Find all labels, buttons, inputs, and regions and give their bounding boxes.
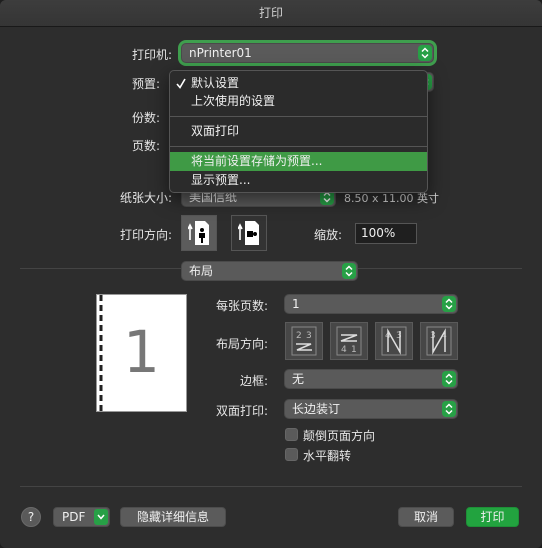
menu-separator: [170, 146, 427, 147]
flip-horizontal-label: 水平翻转: [303, 449, 352, 463]
duplex-value: 长边装订: [292, 402, 341, 416]
printer-label: 打印机:: [131, 48, 172, 62]
menu-item-default[interactable]: 默认设置: [170, 74, 427, 93]
menu-item-last-used[interactable]: 上次使用的设置: [170, 92, 427, 111]
svg-text:3: 3: [396, 331, 402, 341]
printer-popup[interactable]: nPrinter01: [181, 43, 434, 63]
layout-direction-n-button[interactable]: 4 3: [375, 322, 413, 360]
svg-text:1: 1: [351, 345, 357, 355]
pdf-menu-button[interactable]: PDF: [53, 507, 110, 527]
border-value: 无: [292, 372, 305, 386]
orientation-label: 打印方向:: [119, 228, 172, 242]
presets-label: 预置:: [131, 77, 160, 91]
chevron-updown-icon: [418, 45, 432, 61]
border-popup[interactable]: 无: [284, 369, 458, 389]
svg-text:2: 2: [296, 331, 302, 341]
layout-s-icon: 4 1: [336, 326, 362, 356]
portrait-orientation-button[interactable]: [181, 215, 217, 251]
pages-label: 页数:: [131, 139, 160, 153]
duplex-label: 双面打印:: [215, 404, 268, 418]
chevron-updown-icon: [342, 263, 356, 279]
footer-divider: [20, 486, 522, 487]
flip-horizontal-checkbox[interactable]: [285, 448, 298, 461]
layout-direction-z-button[interactable]: 2 3: [285, 322, 323, 360]
svg-text:4: 4: [341, 345, 347, 355]
help-button[interactable]: ?: [21, 507, 41, 527]
landscape-icon: [238, 221, 259, 245]
portrait-icon: [188, 221, 209, 245]
print-dialog: 打印 打印机: nPrinter01 预置: 份数: 页数: 纸张大小: 美国信…: [0, 0, 542, 548]
menu-item-duplex[interactable]: 双面打印: [170, 122, 427, 141]
printer-value: nPrinter01: [189, 46, 252, 60]
presets-menu: 默认设置 上次使用的设置 双面打印 将当前设置存储为预置... 显示预置...: [169, 70, 428, 193]
layout-reverse-n-icon: 3 4: [426, 326, 452, 356]
pages-per-sheet-popup[interactable]: 1: [284, 294, 458, 314]
checkmark-icon: [176, 78, 186, 89]
chevron-updown-icon: [442, 296, 456, 312]
layout-direction-s-button[interactable]: 4 1: [330, 322, 368, 360]
menu-item-show-presets[interactable]: 显示预置...: [170, 171, 427, 190]
layout-direction-label: 布局方向:: [215, 337, 268, 351]
page-preview: 1: [96, 294, 187, 412]
menu-item-save-preset[interactable]: 将当前设置存储为预置...: [170, 152, 427, 171]
preview-page-number: 1: [123, 318, 160, 386]
chevron-updown-icon: [442, 371, 456, 387]
layout-direction-reverse-n-button[interactable]: 3 4: [420, 322, 458, 360]
section-popup[interactable]: 布局: [181, 261, 358, 281]
scale-field[interactable]: 100%: [355, 223, 417, 244]
menu-separator: [170, 116, 427, 117]
print-button[interactable]: 打印: [466, 507, 519, 527]
section-value: 布局: [189, 264, 214, 278]
paper-size-label: 纸张大小:: [119, 191, 172, 205]
cancel-button[interactable]: 取消: [398, 507, 454, 527]
layout-n-icon: 4 3: [381, 326, 407, 356]
pages-per-sheet-label: 每张页数:: [215, 299, 268, 313]
duplex-popup[interactable]: 长边装订: [284, 399, 458, 419]
pdf-label: PDF: [62, 510, 86, 524]
svg-text:3: 3: [306, 331, 312, 341]
layout-z-icon: 2 3: [291, 326, 317, 356]
reverse-orientation-checkbox[interactable]: [285, 428, 298, 441]
border-label: 边框:: [239, 374, 268, 388]
scale-label: 缩放:: [313, 228, 342, 242]
chevron-updown-icon: [442, 401, 456, 417]
pages-per-sheet-value: 1: [292, 297, 300, 311]
chevron-down-icon: [94, 509, 108, 525]
copies-label: 份数:: [131, 111, 160, 125]
landscape-orientation-button[interactable]: [231, 215, 267, 251]
window-title: 打印: [0, 0, 542, 27]
reverse-orientation-label: 颠倒页面方向: [303, 429, 376, 443]
hide-details-button[interactable]: 隐藏详细信息: [120, 507, 226, 527]
